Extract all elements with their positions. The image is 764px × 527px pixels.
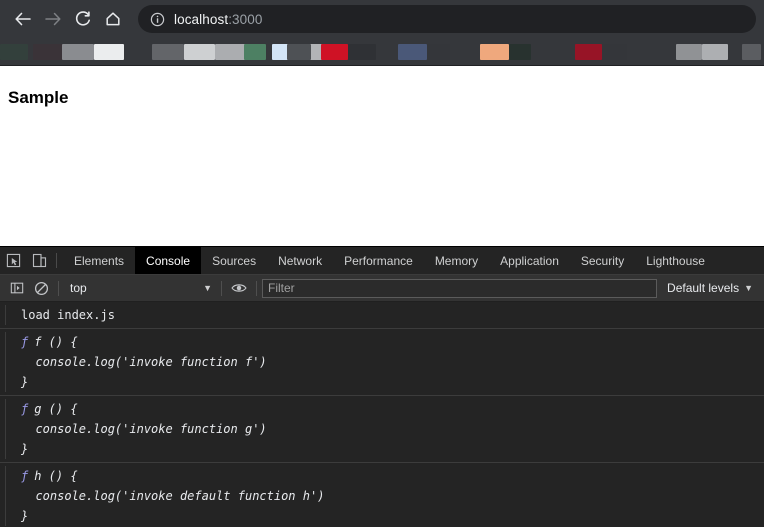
bookmark-item[interactable] [184,44,215,60]
bookmark-item[interactable] [427,44,450,60]
console-object-message[interactable]: ƒf () { console.log('invoke function f')… [0,329,764,396]
log-levels-label: Default levels [667,281,740,295]
console-message-list[interactable]: load index.js ƒ f () { console.log('invoke… [0,302,764,527]
bookmarks-bar[interactable] [0,38,764,66]
tab-security[interactable]: Security [570,247,635,274]
devtools-panel: Elements Console Sources Network Perform… [0,246,764,527]
tab-performance[interactable]: Performance [333,247,424,274]
function-glyph-icon: ƒ [21,469,29,483]
execution-context-select[interactable]: top ▼ [64,278,216,298]
clear-console-icon[interactable] [29,277,53,299]
console-object-message[interactable]: ƒg () { console.log('invoke function g')… [0,396,764,463]
tab-elements[interactable]: Elements [63,247,135,274]
info-circle-icon[interactable] [150,12,165,27]
home-button[interactable] [98,4,128,34]
console-toolbar: top ▼ Default levels ▼ [0,275,764,302]
bookmark-item[interactable] [62,44,94,60]
forward-arrow-icon [45,12,61,26]
toolbar-divider [56,253,57,268]
address-bar-text: localhost:3000 [174,12,262,27]
page-viewport: Sample [0,66,764,246]
bookmark-item[interactable] [398,44,427,60]
bookmark-item[interactable] [676,44,702,60]
bookmark-item[interactable] [94,44,124,60]
execution-context-label: top [70,281,87,295]
home-icon [106,12,120,26]
bookmark-item[interactable] [348,44,376,60]
bookmark-item[interactable] [509,44,531,60]
page-title: Sample [8,88,69,107]
live-expression-eye-icon[interactable] [227,277,251,299]
bookmark-item[interactable] [575,44,602,60]
devtools-tabbar: Elements Console Sources Network Perform… [0,247,764,275]
address-bar[interactable]: localhost:3000 [138,5,756,33]
function-glyph-icon: ƒ [21,402,29,416]
address-port: :3000 [228,11,263,27]
bookmark-item[interactable] [702,44,728,60]
bookmark-item[interactable] [215,44,246,60]
tab-sources[interactable]: Sources [201,247,267,274]
tab-application[interactable]: Application [489,247,570,274]
filter-input[interactable] [262,278,658,298]
toolbar-divider [58,280,59,296]
function-glyph-icon: ƒ [21,335,29,349]
chevron-down-icon: ▼ [744,283,753,293]
console-object-message[interactable]: ƒh () { console.log('invoke default func… [0,463,764,527]
message-text: ƒg () { console.log('invoke function g')… [21,402,267,456]
bookmark-item[interactable] [480,44,509,60]
bookmark-item[interactable] [602,44,627,60]
device-toolbar-icon[interactable] [26,247,52,274]
message-text: ƒh () { console.log('invoke default func… [21,469,325,523]
tab-network[interactable]: Network [267,247,333,274]
message-text: ƒf () { console.log('invoke function f')… [21,335,267,389]
bookmark-item[interactable] [742,44,761,60]
bookmark-item[interactable] [244,44,266,60]
toolbar-divider [256,280,257,296]
console-log-message[interactable]: load index.js [0,302,764,329]
toolbar-divider [221,280,222,296]
forward-button[interactable] [38,4,68,34]
back-button[interactable] [8,4,38,34]
console-sidebar-icon[interactable] [5,277,29,299]
bookmark-item[interactable] [152,44,184,60]
back-arrow-icon [15,12,31,26]
browser-toolbar: localhost:3000 [0,0,764,38]
tab-console[interactable]: Console [135,247,202,274]
bookmark-item[interactable] [33,44,63,60]
chevron-down-icon: ▼ [203,283,212,293]
tab-memory[interactable]: Memory [424,247,489,274]
reload-icon [75,11,90,26]
reload-button[interactable] [68,4,98,34]
message-text: load index.js [21,308,115,322]
bookmark-item[interactable] [0,44,28,60]
inspect-element-icon[interactable] [0,247,26,274]
address-host: localhost [174,11,229,27]
log-levels-select[interactable]: Default levels ▼ [657,281,759,295]
tab-lighthouse[interactable]: Lighthouse [635,247,716,274]
bookmark-item[interactable] [321,44,348,60]
bookmark-item[interactable] [287,44,311,60]
